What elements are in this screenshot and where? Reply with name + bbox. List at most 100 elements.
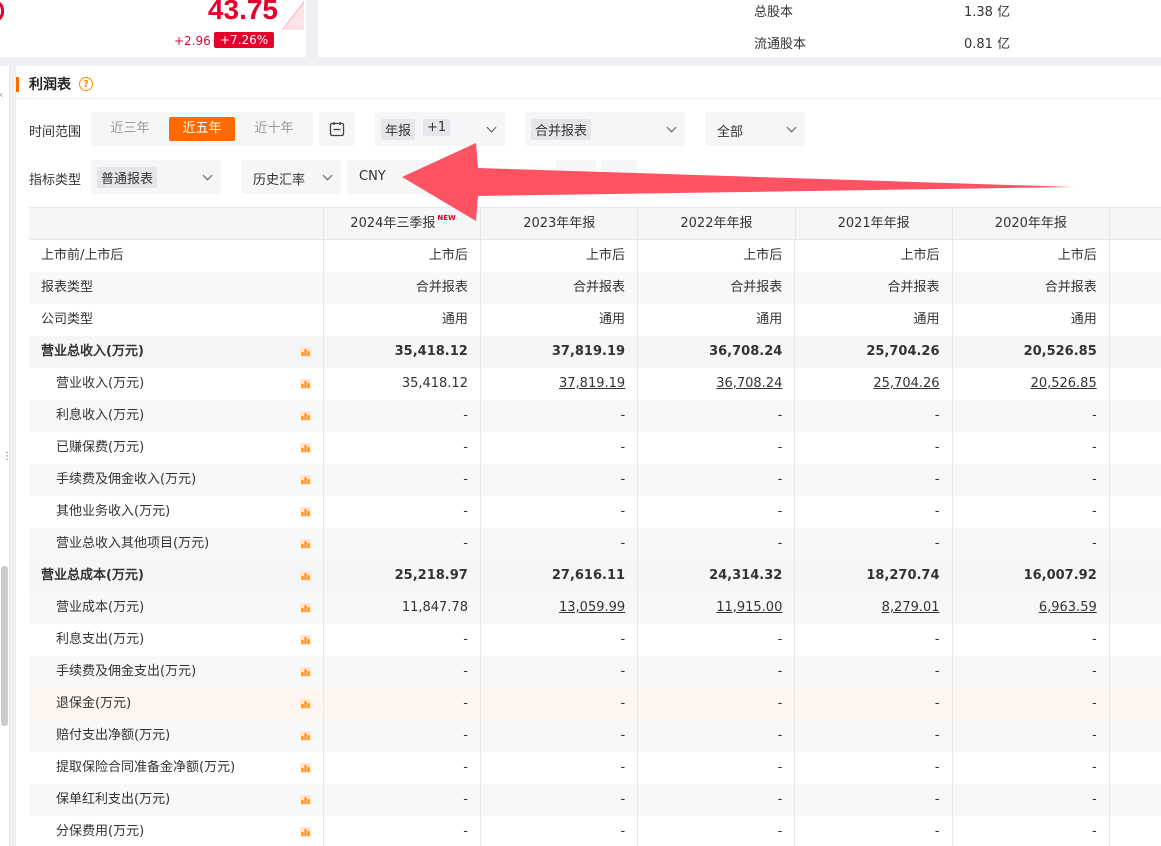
hidden-control-1[interactable] [556, 160, 596, 194]
bar-chart-icon[interactable] [299, 667, 311, 677]
title-accent-bar [16, 76, 19, 92]
bar-chart-icon[interactable] [299, 571, 311, 581]
bar-chart-icon[interactable] [299, 379, 311, 389]
value-link[interactable]: 37,819.19 [559, 376, 625, 391]
value-cell: 20,526.85 [953, 336, 1110, 368]
value-text: - [1092, 504, 1097, 519]
bar-chart-icon[interactable] [299, 731, 311, 741]
report-type-select[interactable]: 合并报表 [525, 112, 685, 146]
value-text: - [934, 696, 940, 711]
value-link[interactable]: 13,059.99 [559, 600, 625, 615]
value-cell: - [324, 464, 481, 496]
tail-cell [1110, 592, 1161, 624]
value-cell[interactable]: 8,279.01 [795, 592, 953, 624]
value-cell[interactable]: 25,704.26 [795, 368, 953, 400]
value-text: - [620, 664, 626, 679]
row-label: 报表类型 [41, 280, 94, 295]
report-period-select[interactable]: 年报 +1 [375, 112, 505, 146]
value-cell: - [953, 432, 1110, 464]
value-text: - [777, 728, 783, 743]
chevron-left-icon[interactable]: ‹ [0, 88, 3, 101]
value-cell: - [324, 688, 481, 720]
row-label: 公司类型 [41, 312, 94, 327]
value-text: 上市后 [900, 248, 940, 263]
scrollbar[interactable] [1, 566, 8, 726]
table-row: 营业收入(万元) 35,418.12 37,819.19 36,708.24 25,70… [29, 368, 1161, 400]
value-text: - [934, 760, 940, 775]
section-title-text: 利润表 [29, 77, 71, 93]
bar-chart-icon[interactable] [299, 507, 311, 517]
value-cell: - [953, 464, 1110, 496]
value-text: 合并报表 [730, 280, 783, 295]
value-text: - [463, 824, 468, 839]
value-cell: 合并报表 [795, 272, 953, 304]
value-text: 通用 [599, 312, 626, 327]
value-cell[interactable]: 11,915.00 [638, 592, 796, 624]
value-cell: - [795, 400, 953, 432]
value-text: 35,418.12 [394, 344, 468, 359]
bar-chart-icon[interactable] [299, 475, 311, 485]
bar-chart-icon[interactable] [299, 699, 311, 709]
value-link[interactable]: 36,708.24 [716, 376, 782, 391]
value-link[interactable]: 25,704.26 [873, 376, 939, 391]
value-link[interactable]: 11,915.00 [716, 600, 782, 615]
value-cell: - [795, 496, 953, 528]
value-text: - [934, 408, 940, 423]
exchange-rate-select[interactable]: 历史汇率 [241, 160, 341, 194]
value-cell: - [638, 784, 796, 816]
value-cell: - [638, 752, 796, 784]
value-text: - [1092, 472, 1097, 487]
value-cell[interactable]: 36,708.24 [638, 368, 796, 400]
value-text: 通用 [913, 312, 940, 327]
bar-chart-icon[interactable] [299, 635, 311, 645]
table-row: 其他业务收入(万元) - - - - - [29, 496, 1161, 528]
value-cell: - [638, 624, 796, 656]
bar-chart-icon[interactable] [299, 827, 311, 837]
value-cell[interactable]: 13,059.99 [481, 592, 639, 624]
value-text: - [620, 408, 626, 423]
price-change: +2.96 [174, 34, 211, 48]
value-text: - [620, 824, 626, 839]
value-link[interactable]: 6,963.59 [1039, 600, 1097, 615]
value-text: - [620, 760, 626, 775]
bar-chart-icon[interactable] [299, 763, 311, 773]
new-badge: NEW [437, 214, 456, 222]
hidden-control-2[interactable] [601, 160, 637, 194]
bar-chart-icon[interactable] [299, 603, 311, 613]
row-label: 其他业务收入(万元) [56, 504, 171, 519]
scope-select[interactable]: 全部 [705, 112, 805, 146]
value-cell: - [953, 784, 1110, 816]
row-label-cell: 分保费用(万元) [29, 816, 324, 846]
value-cell: - [324, 528, 481, 560]
bar-chart-icon[interactable] [299, 347, 311, 357]
table-header-row: 2024年三季报 NEW 2023年年报 2022年年报 2021年年报 2020… [29, 208, 1161, 240]
table-row: 利息收入(万元) - - - - - [29, 400, 1161, 432]
report-period-extra: +1 [423, 119, 451, 136]
bar-chart-icon[interactable] [299, 443, 311, 453]
value-cell[interactable]: 37,819.19 [481, 368, 639, 400]
row-label: 利息收入(万元) [56, 408, 145, 423]
bar-chart-icon[interactable] [299, 795, 311, 805]
value-cell[interactable]: 6,963.59 [953, 592, 1110, 624]
value-text: 上市后 [428, 248, 468, 263]
table-row: 公司类型 通用 通用 通用 通用 通用 [29, 304, 1161, 336]
value-cell[interactable]: 20,526.85 [953, 368, 1110, 400]
value-text: 通用 [756, 312, 783, 327]
bar-chart-icon[interactable] [299, 411, 311, 421]
bar-chart-icon[interactable] [299, 539, 311, 549]
table-row: 手续费及佣金收入(万元) - - - - - [29, 464, 1161, 496]
currency-select[interactable]: CNY [347, 160, 447, 194]
calendar-button[interactable] [319, 112, 355, 146]
time-range-5y[interactable]: 近五年 [169, 117, 235, 141]
row-label: 营业总成本(万元) [41, 568, 144, 583]
time-range-3y[interactable]: 近三年 [97, 117, 163, 141]
value-cell: - [481, 464, 639, 496]
left-collapse-strip[interactable]: ‹ ⋮⋮ [0, 66, 22, 846]
value-text: - [777, 408, 783, 423]
value-link[interactable]: 20,526.85 [1031, 376, 1097, 391]
value-link[interactable]: 8,279.01 [882, 600, 940, 615]
value-cell: - [953, 752, 1110, 784]
indicator-type-select[interactable]: 普通报表 [91, 160, 221, 194]
help-icon[interactable]: ? [79, 77, 93, 91]
time-range-10y[interactable]: 近十年 [241, 117, 307, 141]
